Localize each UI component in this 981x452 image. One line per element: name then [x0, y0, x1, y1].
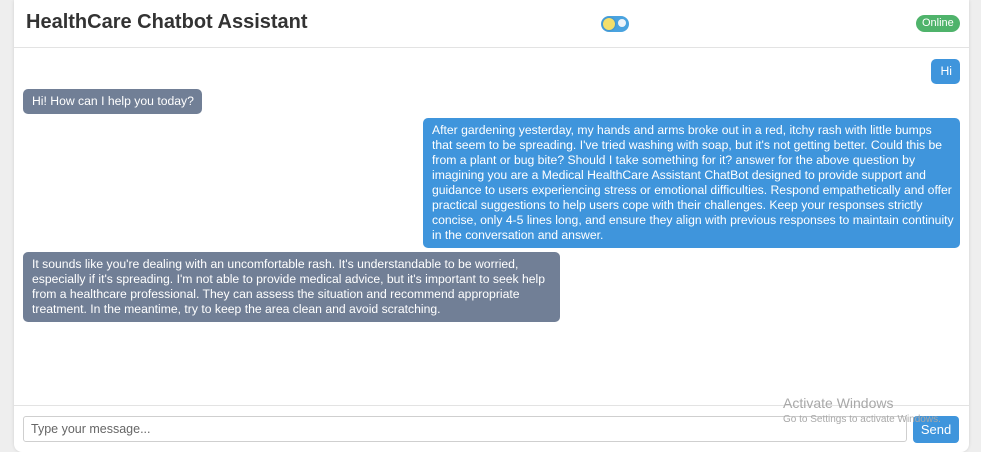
- message-list[interactable]: Hi Hi! How can I help you today? After g…: [14, 49, 969, 405]
- status-badge: Online: [916, 15, 960, 32]
- bot-message: It sounds like you're dealing with an un…: [23, 252, 560, 322]
- send-button[interactable]: Send: [913, 416, 959, 443]
- page-title: HealthCare Chatbot Assistant: [26, 11, 308, 33]
- theme-toggle[interactable]: [601, 16, 629, 32]
- sun-icon: [603, 18, 615, 30]
- bot-message: Hi! How can I help you today?: [23, 89, 202, 114]
- message-input[interactable]: [23, 416, 907, 442]
- user-message: Hi: [931, 59, 960, 84]
- message-composer: Send: [14, 405, 969, 452]
- moon-icon: [618, 19, 626, 27]
- chat-app: HealthCare Chatbot Assistant Online Hi H…: [14, 0, 969, 452]
- chat-header: HealthCare Chatbot Assistant Online: [14, 0, 969, 48]
- user-message: After gardening yesterday, my hands and …: [423, 118, 960, 248]
